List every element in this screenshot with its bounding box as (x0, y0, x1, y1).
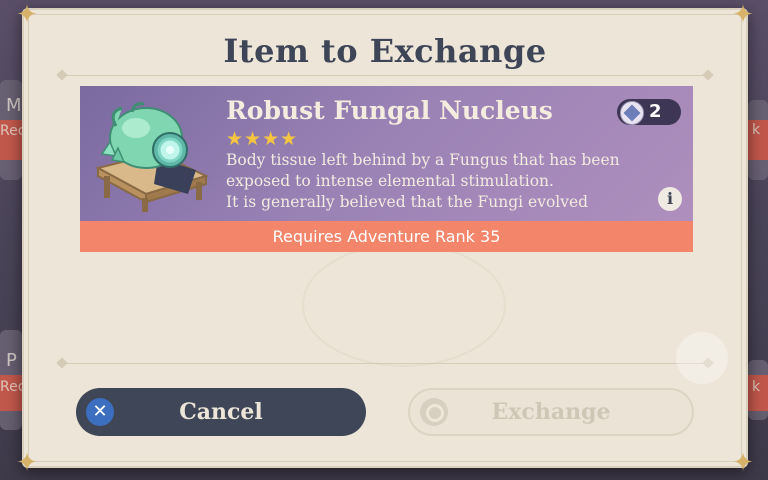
background-emblem (302, 243, 506, 367)
corner-ornament-icon: ✦ (16, 448, 38, 478)
item-card: Robust Fungal Nucleus ★★★★ Body tissue l… (80, 86, 693, 252)
cancel-button-label: Cancel (179, 399, 263, 425)
owned-count: 2 (649, 101, 662, 122)
item-description: Body tissue left behind by a Fungus that… (226, 151, 620, 211)
item-detail-area: Robust Fungal Nucleus ★★★★ Body tissue l… (80, 86, 693, 222)
corner-ornament-icon: ✦ (16, 0, 38, 30)
cancel-button[interactable]: ✕ Cancel (76, 388, 366, 436)
background-ghost-button (676, 332, 728, 384)
owned-count-badge: 2 (617, 99, 681, 125)
exchange-button[interactable]: Exchange (408, 388, 694, 436)
corner-ornament-icon: ✦ (732, 448, 754, 478)
exchange-button-label: Exchange (491, 399, 611, 425)
bottom-divider (62, 363, 708, 364)
corner-ornament-icon: ✦ (732, 0, 754, 30)
background-label: M (6, 95, 22, 116)
fungal-nucleus-icon (95, 102, 209, 212)
dialog-title: Item to Exchange (223, 32, 547, 70)
background-label: k (752, 122, 761, 138)
info-button[interactable]: i (658, 187, 682, 211)
background-label: P (6, 350, 17, 371)
item-name: Robust Fungal Nucleus (226, 96, 553, 125)
rarity-stars: ★★★★ (226, 128, 299, 150)
background-label: k (752, 379, 761, 395)
currency-icon (620, 101, 644, 125)
top-divider (62, 75, 708, 76)
requirement-banner: Requires Adventure Rank 35 (80, 221, 693, 252)
